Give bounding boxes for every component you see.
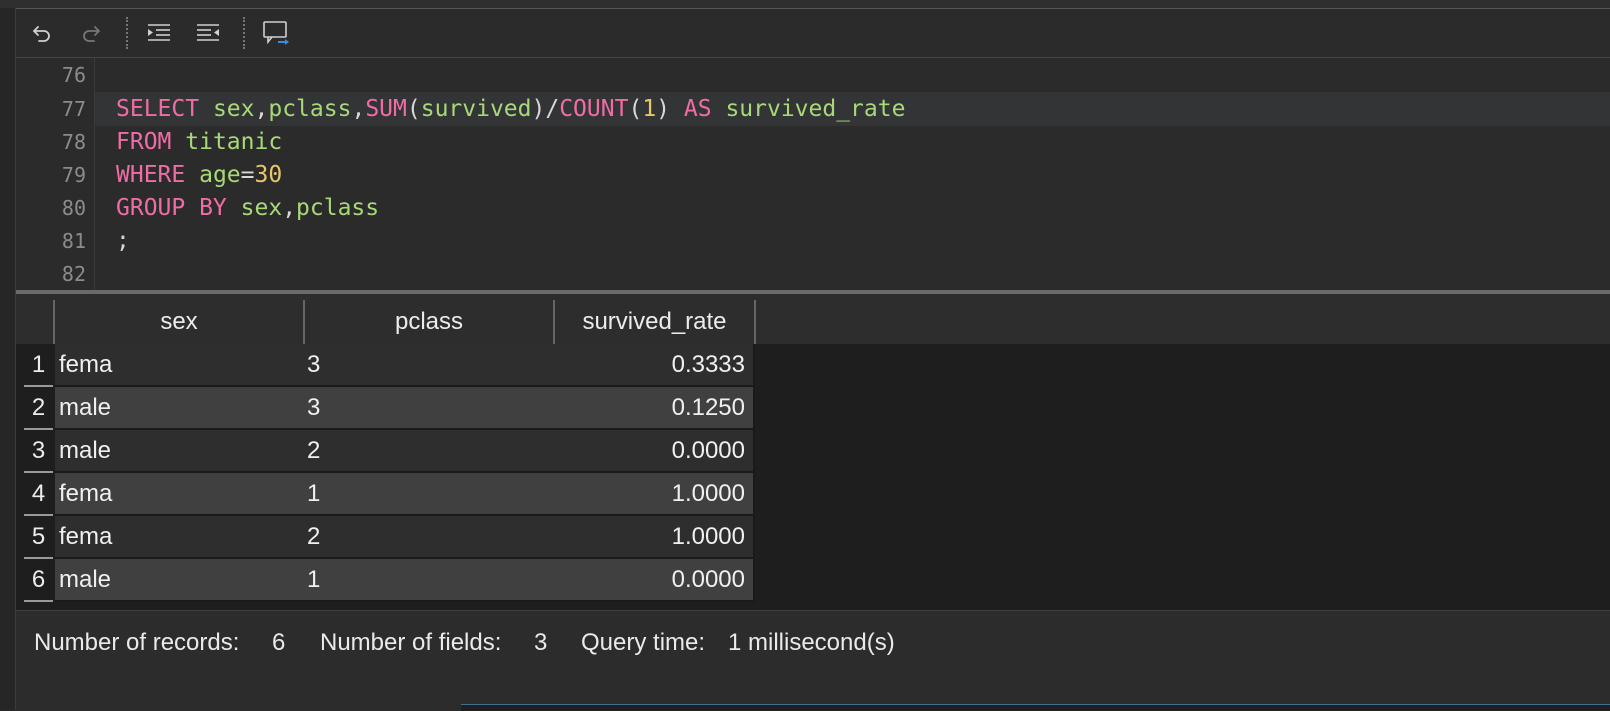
redo-icon bbox=[83, 26, 100, 42]
outdent-icon bbox=[197, 24, 219, 41]
code-line: GROUP BY sex,pclass bbox=[116, 191, 379, 225]
column-header-sex[interactable]: sex bbox=[55, 300, 305, 344]
sql-keyword: SUM bbox=[365, 96, 407, 122]
row-number[interactable]: 2 bbox=[24, 387, 53, 430]
cell-survived-rate[interactable]: 0.0000 bbox=[553, 559, 755, 602]
cell-sex[interactable]: male bbox=[55, 387, 305, 430]
line-number: 81 bbox=[61, 229, 86, 253]
row-number[interactable]: 3 bbox=[24, 430, 53, 473]
row-number[interactable]: 4 bbox=[24, 473, 53, 516]
line-number-gutter: 76 77 78 79 80 81 82 bbox=[16, 58, 95, 296]
sql-punctuation bbox=[171, 129, 185, 155]
sql-punctuation bbox=[185, 162, 199, 188]
sql-keyword: WHERE bbox=[116, 162, 186, 188]
sql-identifier: titanic bbox=[185, 129, 283, 155]
status-bar: Number of records: 6 Number of fields: 3… bbox=[16, 610, 1610, 711]
cell-pclass[interactable]: 1 bbox=[303, 473, 555, 516]
sql-identifier: pclass bbox=[296, 195, 380, 221]
outdent-button[interactable] bbox=[192, 18, 224, 48]
sql-punctuation bbox=[712, 96, 726, 122]
window-top-border bbox=[0, 0, 1610, 9]
sql-punctuation: ; bbox=[116, 228, 130, 254]
execute-to-result-button[interactable] bbox=[260, 18, 292, 48]
cell-pclass[interactable]: 2 bbox=[303, 430, 555, 473]
editor-toolbar bbox=[16, 9, 1610, 58]
sql-punctuation: )/ bbox=[531, 96, 560, 122]
toolbar-separator bbox=[126, 17, 128, 49]
cell-survived-rate[interactable]: 0.0000 bbox=[553, 430, 755, 473]
sql-identifier: sex bbox=[240, 195, 283, 221]
sql-keyword: AS bbox=[683, 96, 712, 122]
column-header-pclass[interactable]: pclass bbox=[305, 300, 555, 344]
cell-pclass[interactable]: 3 bbox=[303, 344, 555, 387]
undo-button[interactable] bbox=[26, 18, 58, 48]
execute-to-result-icon bbox=[263, 21, 289, 45]
sql-identifier: age bbox=[199, 162, 241, 188]
code-line: ; bbox=[116, 224, 130, 258]
cell-sex[interactable]: fema bbox=[55, 344, 305, 387]
cell-survived-rate[interactable]: 1.0000 bbox=[553, 516, 755, 559]
indent-button[interactable] bbox=[143, 18, 175, 48]
sql-keyword: GROUP BY bbox=[116, 195, 227, 221]
code-line: WHERE age=30 bbox=[116, 158, 282, 192]
sql-identifier: sex bbox=[212, 96, 255, 122]
sql-punctuation: ) bbox=[656, 96, 684, 122]
cell-sex[interactable]: fema bbox=[55, 473, 305, 516]
cell-sex[interactable]: fema bbox=[55, 516, 305, 559]
grid-corner[interactable] bbox=[24, 300, 55, 344]
cell-survived-rate[interactable]: 0.1250 bbox=[553, 387, 755, 430]
row-number[interactable]: 6 bbox=[24, 559, 53, 602]
cell-pclass[interactable]: 3 bbox=[303, 387, 555, 430]
cell-survived-rate[interactable]: 0.3333 bbox=[553, 344, 755, 387]
cell-sex[interactable]: male bbox=[55, 430, 305, 473]
line-number: 76 bbox=[61, 63, 86, 87]
cell-pclass[interactable]: 2 bbox=[303, 516, 555, 559]
sql-keyword: FROM bbox=[116, 129, 172, 155]
fields-label: Number of fields: bbox=[320, 629, 502, 656]
sql-identifier: pclass bbox=[268, 96, 352, 122]
sql-punctuation: = bbox=[240, 162, 255, 188]
query-time-label: Query time: bbox=[581, 629, 706, 656]
left-rail bbox=[0, 8, 16, 710]
results-grid: sex pclass survived_rate 1 fema 3 0.3333… bbox=[16, 294, 1610, 610]
redo-button[interactable] bbox=[75, 18, 107, 48]
records-label: Number of records: bbox=[34, 629, 240, 656]
indent-icon bbox=[148, 24, 170, 41]
sql-keyword: SELECT bbox=[116, 96, 200, 122]
fields-value: 3 bbox=[534, 629, 548, 656]
cell-pclass[interactable]: 1 bbox=[303, 559, 555, 602]
query-time-value: 1 millisecond(s) bbox=[728, 629, 895, 656]
row-number[interactable]: 5 bbox=[24, 516, 53, 559]
line-number: 80 bbox=[61, 196, 86, 220]
line-number: 82 bbox=[61, 262, 86, 286]
sql-identifier: survived bbox=[420, 96, 532, 122]
sql-number: 30 bbox=[254, 162, 283, 188]
line-number: 79 bbox=[61, 163, 86, 187]
sql-punctuation bbox=[199, 96, 213, 122]
toolbar-separator bbox=[243, 17, 245, 49]
records-value: 6 bbox=[272, 629, 286, 656]
sql-editor[interactable]: 76 77 78 79 80 81 82 SELECT sex,pclass,S… bbox=[16, 58, 1610, 296]
cell-survived-rate[interactable]: 1.0000 bbox=[553, 473, 755, 516]
cell-sex[interactable]: male bbox=[55, 559, 305, 602]
sql-punctuation: , bbox=[254, 96, 269, 122]
sql-punctuation: , bbox=[282, 195, 297, 221]
sql-identifier: survived_rate bbox=[725, 96, 906, 122]
line-number: 77 bbox=[61, 97, 86, 121]
sql-punctuation: ( bbox=[406, 96, 421, 122]
row-number[interactable]: 1 bbox=[24, 344, 53, 387]
sql-keyword: COUNT bbox=[559, 96, 629, 122]
sql-number: 1 bbox=[642, 96, 657, 122]
sql-punctuation: ( bbox=[628, 96, 643, 122]
line-number: 78 bbox=[61, 130, 86, 154]
column-header-survived-rate[interactable]: survived_rate bbox=[555, 300, 756, 344]
code-line: FROM titanic bbox=[116, 125, 282, 159]
sql-punctuation: , bbox=[351, 96, 366, 122]
code-line: SELECT sex,pclass,SUM(survived)/COUNT(1)… bbox=[116, 92, 905, 126]
sql-punctuation bbox=[227, 195, 241, 221]
undo-icon bbox=[33, 26, 50, 42]
